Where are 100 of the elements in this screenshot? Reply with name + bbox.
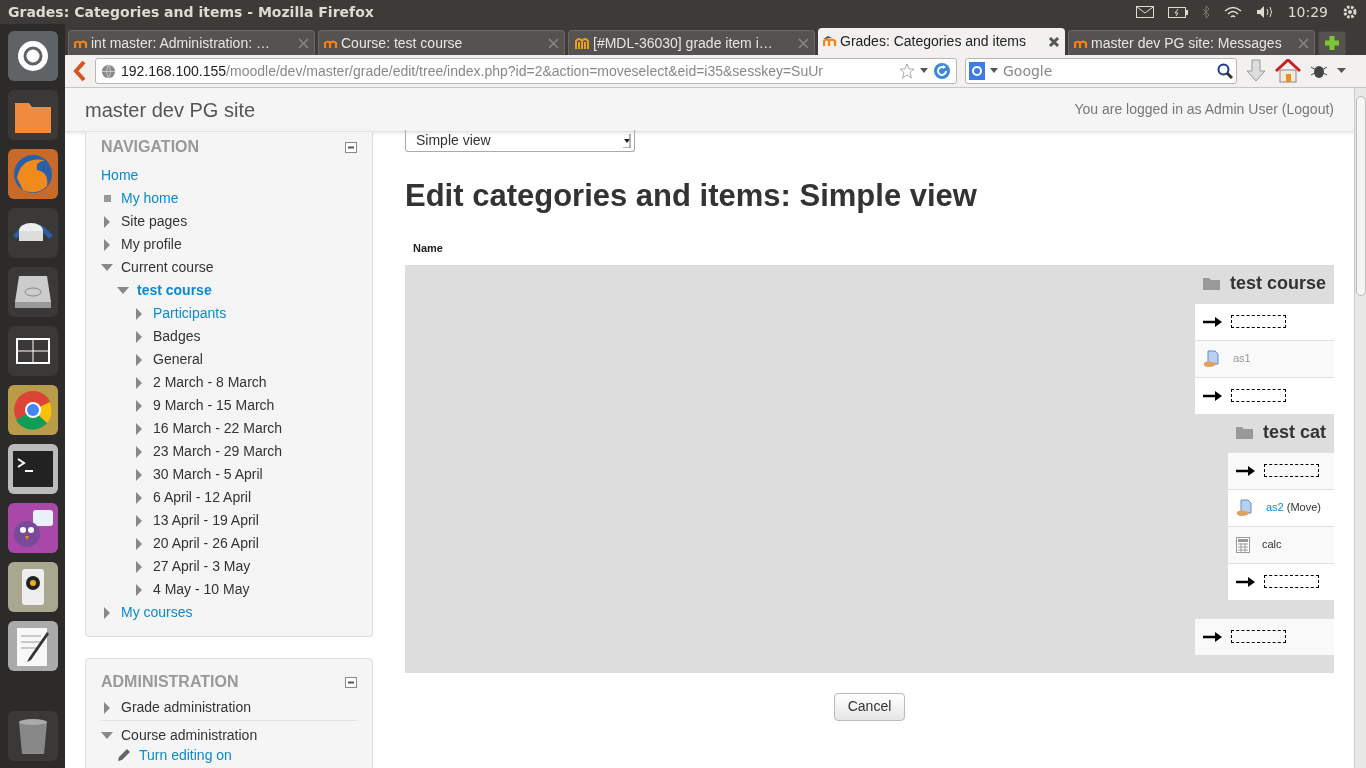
caret-icon[interactable] (1337, 68, 1346, 74)
nav-item[interactable]: 16 March - 22 March (153, 418, 283, 439)
item-link[interactable]: as2 (1266, 499, 1284, 516)
collapsed-triangle-icon[interactable] (133, 330, 145, 343)
expanded-triangle-icon[interactable] (117, 287, 129, 294)
nav-item[interactable]: 9 March - 15 March (153, 395, 275, 416)
expanded-triangle-icon[interactable] (101, 731, 113, 739)
bluetooth-icon[interactable] (1201, 5, 1210, 19)
hand-document-icon (1203, 349, 1221, 368)
nav-item[interactable]: Site pages (121, 211, 188, 232)
nav-item[interactable]: 6 April - 12 April (153, 487, 252, 508)
collapsed-triangle-icon[interactable] (133, 376, 145, 389)
caret-icon[interactable] (990, 68, 998, 74)
collapsed-triangle-icon[interactable] (133, 514, 145, 527)
mail-icon[interactable] (1135, 6, 1154, 18)
move-target-link[interactable] (1231, 389, 1286, 402)
wifi-icon[interactable] (1223, 5, 1242, 19)
new-tab-plus-icon[interactable] (1318, 31, 1346, 55)
move-target-link[interactable] (1231, 315, 1286, 328)
right-arrow-icon (1203, 630, 1223, 643)
pencil-icon (117, 748, 131, 762)
nav-item[interactable]: 4 May - 10 May (153, 579, 250, 600)
collapsed-triangle-icon[interactable] (133, 399, 145, 412)
nav-item[interactable]: Grade administration (121, 697, 251, 718)
nav-item[interactable]: 23 March - 29 March (153, 441, 283, 462)
google-logo-icon[interactable] (969, 62, 985, 80)
search-input[interactable]: Google (1003, 60, 1212, 82)
collapsed-triangle-icon[interactable] (133, 583, 145, 596)
scrollbar[interactable] (1354, 88, 1366, 768)
nav-link[interactable]: My home (121, 188, 179, 209)
hard-drive-icon[interactable] (6, 266, 59, 318)
reload-icon[interactable] (933, 62, 951, 80)
collapsed-triangle-icon[interactable] (101, 215, 113, 228)
move-target-link[interactable] (1231, 630, 1286, 643)
nav-item[interactable]: Current course (121, 257, 214, 278)
nav-item[interactable]: 27 April - 3 May (153, 556, 251, 577)
speaker-icon[interactable] (6, 561, 59, 613)
address-field[interactable]: 192.168.100.155/moodle/dev/master/grade/edit/tree/index.php?id=2&action=moveselect&eid=i35&sesskey=SuUr (95, 58, 957, 84)
globe-icon (101, 63, 116, 79)
collapsed-triangle-icon[interactable] (133, 491, 145, 504)
collapsed-triangle-icon[interactable] (133, 468, 145, 481)
item-name: as1 (1233, 351, 1251, 367)
nav-item[interactable]: 30 March - 5 April (153, 464, 263, 485)
browser-tab[interactable]: master dev PG site: Messages (1068, 30, 1315, 55)
collapsed-triangle-icon[interactable] (133, 422, 145, 435)
hand-document-icon (1236, 498, 1254, 517)
collapsed-triangle-icon[interactable] (133, 560, 145, 573)
power-gear-icon[interactable] (1342, 4, 1358, 20)
volume-icon[interactable] (1255, 5, 1274, 19)
collapsed-triangle-icon[interactable] (101, 606, 113, 619)
nav-link[interactable]: Home (101, 165, 139, 186)
battery-icon[interactable] (1167, 6, 1188, 18)
logout-link[interactable]: (Logout) (1281, 99, 1334, 120)
browser-globe-icon[interactable] (6, 148, 59, 200)
nav-item[interactable]: General (153, 349, 203, 370)
nav-link[interactable]: My courses (121, 602, 193, 623)
collapsed-triangle-icon[interactable] (101, 701, 113, 714)
browser-tab[interactable]: Grades: Categories and items (818, 28, 1065, 55)
expanded-triangle-icon[interactable] (101, 264, 113, 271)
text-editor-icon[interactable] (6, 620, 59, 672)
collapsed-triangle-icon[interactable] (133, 353, 145, 366)
browser-tab[interactable]: int master: Administration: … (68, 30, 315, 55)
home-icon[interactable] (1275, 59, 1301, 83)
search-icon[interactable] (1217, 63, 1233, 79)
collapse-icon[interactable] (345, 141, 357, 153)
collapsed-triangle-icon[interactable] (133, 445, 145, 458)
browser-tab[interactable]: Course: test course (318, 30, 565, 55)
nav-item[interactable]: 2 March - 8 March (153, 372, 267, 393)
nav-item[interactable]: Course administration (121, 724, 258, 746)
browser-tab[interactable]: [#MDL-36030] grade item i… (568, 30, 815, 55)
search-field[interactable]: Google (965, 58, 1237, 84)
circle-logo-icon[interactable] (6, 30, 59, 82)
chrome-logo-icon[interactable] (6, 384, 59, 436)
collapse-icon[interactable] (345, 676, 357, 688)
nav-item[interactable]: Badges (153, 326, 201, 347)
scrollbar-thumb[interactable] (1355, 96, 1366, 296)
nav-link[interactable]: Participants (153, 303, 227, 324)
url-text: 192.168.100.155/moodle/dev/master/grade/edit/tree/index.php?id=2&action=moveselect&eid=i35&sesskey=SuUr (121, 61, 825, 81)
nav-item[interactable]: 13 April - 19 April (153, 510, 259, 531)
nav-link[interactable]: Turn editing on (139, 744, 232, 766)
terminal-icon[interactable] (6, 443, 59, 495)
collapsed-triangle-icon[interactable] (133, 307, 145, 320)
nav-item[interactable]: 20 April - 26 April (153, 533, 259, 554)
folder-icon[interactable] (6, 89, 59, 141)
caret-icon[interactable] (920, 68, 928, 74)
close-icon[interactable] (1048, 35, 1060, 48)
collapsed-triangle-icon[interactable] (133, 537, 145, 550)
trash-icon[interactable] (6, 710, 59, 762)
move-target-link[interactable] (1264, 575, 1319, 588)
move-target-link[interactable] (1264, 464, 1319, 477)
clock[interactable]: 10:29 (1287, 1, 1328, 23)
bug-icon[interactable] (1309, 63, 1329, 79)
nav-item[interactable]: My profile (121, 234, 182, 255)
star-icon[interactable] (899, 63, 915, 79)
site-name[interactable]: master dev PG site (85, 94, 256, 125)
workspace-grid-icon[interactable] (6, 325, 59, 377)
cancel-button[interactable]: Cancel (833, 692, 906, 721)
collapsed-triangle-icon[interactable] (101, 238, 113, 251)
view-select[interactable]: Simple view (405, 130, 635, 152)
chat-bird-icon[interactable] (6, 502, 59, 554)
